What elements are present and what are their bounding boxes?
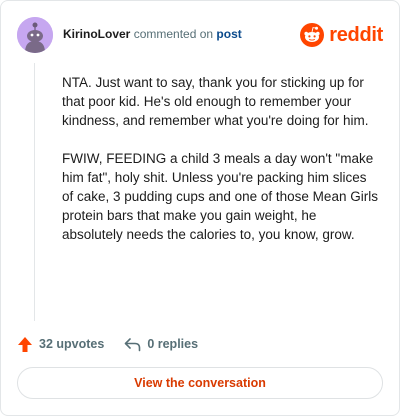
reply-count: 0 replies xyxy=(147,337,199,351)
upvote-count: 32 upvotes xyxy=(39,337,105,351)
comment-body: NTA. Just want to say, thank you for sti… xyxy=(62,73,380,263)
upvote-arrow-icon xyxy=(17,336,33,353)
reply-arrow-icon xyxy=(124,337,141,352)
reddit-brand[interactable]: reddit xyxy=(300,21,383,49)
byline-meta: commented on xyxy=(133,27,214,41)
reddit-wordmark: reddit xyxy=(329,23,383,46)
comment-header: KirinoLover commented on post reddit xyxy=(17,17,383,53)
upvote-button[interactable]: 32 upvotes xyxy=(17,336,104,353)
reddit-logo-icon xyxy=(300,23,325,47)
comment-paragraph: NTA. Just want to say, thank you for sti… xyxy=(62,75,369,128)
comment-paragraph: FWIW, FEEDING a child 3 meals a day won'… xyxy=(62,151,378,242)
snoo-avatar-icon xyxy=(17,17,53,53)
post-link[interactable]: post xyxy=(216,27,241,41)
view-conversation-button[interactable]: View the conversation xyxy=(17,367,383,399)
avatar[interactable] xyxy=(17,17,53,53)
reply-button[interactable]: 0 replies xyxy=(124,337,198,352)
comment-embed-card: KirinoLover commented on post reddit NTA… xyxy=(0,0,400,416)
comment-byline: KirinoLover commented on post xyxy=(63,27,242,41)
thread-line xyxy=(34,63,35,321)
comment-actions: 32 upvotes 0 replies xyxy=(17,334,198,354)
username[interactable]: KirinoLover xyxy=(63,27,130,41)
view-conversation-label: View the conversation xyxy=(134,376,266,390)
